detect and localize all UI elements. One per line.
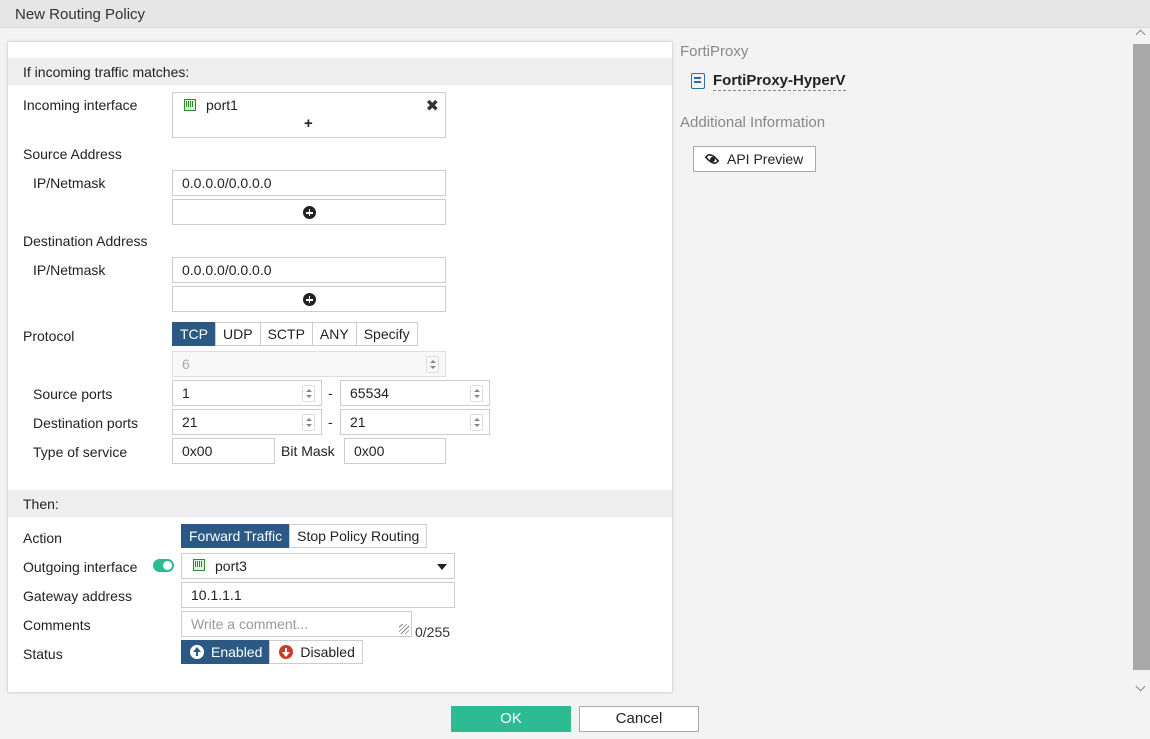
protocol-sctp-button[interactable]: SCTP bbox=[259, 322, 313, 346]
api-preview-button[interactable]: API Preview bbox=[693, 146, 816, 172]
gateway-address-input[interactable]: 10.1.1.1 bbox=[181, 582, 455, 608]
gateway-address-value: 10.1.1.1 bbox=[191, 587, 242, 603]
source-port-to-value: 65534 bbox=[350, 385, 389, 401]
add-destination-address-button[interactable] bbox=[172, 286, 446, 312]
outgoing-interface-toggle[interactable] bbox=[153, 559, 174, 572]
type-of-service-label: Type of service bbox=[33, 444, 128, 460]
comments-textarea[interactable]: Write a comment... bbox=[181, 611, 412, 637]
api-preview-label: API Preview bbox=[727, 151, 804, 167]
destination-port-from-input[interactable]: 21 bbox=[172, 409, 322, 435]
device-name-link[interactable]: FortiProxy-HyperV bbox=[713, 72, 846, 91]
arrow-up-circle-icon bbox=[190, 645, 204, 659]
protocol-udp-button[interactable]: UDP bbox=[215, 322, 261, 346]
incoming-interface-value: port1 bbox=[206, 97, 238, 113]
destination-address-input[interactable]: 0.0.0.0/0.0.0.0 bbox=[172, 257, 446, 283]
protocol-tcp-button[interactable]: TCP bbox=[172, 322, 216, 346]
action-label: Action bbox=[23, 530, 62, 546]
status-label: Status bbox=[23, 646, 63, 662]
scrollbar-thumb[interactable] bbox=[1133, 44, 1150, 670]
plus-circle-icon bbox=[303, 293, 316, 306]
ok-button[interactable]: OK bbox=[451, 706, 571, 732]
plus-circle-icon bbox=[303, 206, 316, 219]
status-disabled-label: Disabled bbox=[300, 644, 355, 660]
remove-interface-icon[interactable]: ✖ bbox=[426, 96, 439, 116]
source-port-range-dash: - bbox=[328, 385, 333, 401]
port-icon bbox=[184, 99, 196, 111]
add-interface-icon[interactable]: + bbox=[304, 115, 313, 132]
destination-ipnetmask-label: IP/Netmask bbox=[33, 262, 106, 278]
match-section-header: If incoming traffic matches: bbox=[8, 58, 672, 85]
type-of-service-input[interactable]: 0x00 bbox=[172, 438, 275, 464]
destination-port-to-input[interactable]: 21 bbox=[340, 409, 490, 435]
source-ports-label: Source ports bbox=[33, 386, 113, 402]
comments-label: Comments bbox=[23, 617, 91, 633]
eye-pupil bbox=[710, 157, 715, 162]
dropdown-arrow-icon bbox=[437, 564, 447, 570]
incoming-interface-field[interactable]: port1 ✖ + bbox=[172, 92, 446, 138]
source-address-value: 0.0.0.0/0.0.0.0 bbox=[182, 175, 272, 191]
match-section-title: If incoming traffic matches: bbox=[23, 64, 190, 80]
incoming-interface-label: Incoming interface bbox=[23, 97, 138, 113]
destination-port-to-stepper[interactable] bbox=[470, 414, 483, 431]
arrow-down-circle-icon bbox=[279, 645, 294, 659]
protocol-number-value: 6 bbox=[182, 356, 190, 372]
destination-port-to-value: 21 bbox=[350, 414, 366, 430]
then-section-title: Then: bbox=[23, 496, 59, 512]
type-of-service-value: 0x00 bbox=[182, 443, 213, 459]
source-port-to-stepper[interactable] bbox=[470, 385, 483, 402]
bit-mask-input[interactable]: 0x00 bbox=[344, 438, 446, 464]
product-heading: FortiProxy bbox=[680, 43, 749, 60]
port-icon bbox=[193, 559, 205, 571]
destination-port-range-dash: - bbox=[328, 414, 333, 430]
scroll-up-icon[interactable] bbox=[1135, 29, 1146, 40]
action-selector: Forward Traffic Stop Policy Routing bbox=[181, 524, 428, 548]
status-enabled-button[interactable]: Enabled bbox=[181, 640, 271, 664]
status-disabled-button[interactable]: Disabled bbox=[269, 640, 363, 664]
outgoing-interface-label: Outgoing interface bbox=[23, 559, 138, 575]
destination-port-from-stepper[interactable] bbox=[302, 414, 315, 431]
destination-ports-label: Destination ports bbox=[33, 415, 139, 431]
destination-port-from-value: 21 bbox=[182, 414, 198, 430]
device-icon bbox=[691, 73, 705, 89]
cancel-button[interactable]: Cancel bbox=[579, 706, 699, 732]
window-titlebar: New Routing Policy bbox=[0, 0, 1150, 28]
protocol-specify-button[interactable]: Specify bbox=[355, 322, 418, 346]
source-port-from-value: 1 bbox=[182, 385, 190, 401]
status-enabled-label: Enabled bbox=[211, 644, 263, 660]
source-port-from-stepper[interactable] bbox=[302, 385, 315, 402]
resize-handle-icon[interactable] bbox=[399, 624, 409, 634]
source-port-from-input[interactable]: 1 bbox=[172, 380, 322, 406]
comments-placeholder: Write a comment... bbox=[191, 616, 309, 632]
stop-policy-routing-button[interactable]: Stop Policy Routing bbox=[289, 524, 428, 548]
scroll-down-icon[interactable] bbox=[1135, 681, 1146, 692]
window-title: New Routing Policy bbox=[15, 6, 146, 23]
destination-address-value: 0.0.0.0/0.0.0.0 bbox=[182, 262, 272, 278]
gateway-address-label: Gateway address bbox=[23, 588, 132, 604]
protocol-selector: TCP UDP SCTP ANY Specify bbox=[172, 322, 418, 346]
toggle-knob bbox=[163, 561, 172, 570]
comments-counter: 0/255 bbox=[415, 624, 451, 640]
vertical-scrollbar[interactable] bbox=[1133, 28, 1150, 700]
protocol-number-input[interactable]: 6 bbox=[172, 351, 446, 377]
status-selector: Enabled Disabled bbox=[181, 640, 363, 664]
outgoing-interface-select[interactable]: port3 bbox=[181, 553, 455, 579]
source-ipnetmask-label: IP/Netmask bbox=[33, 175, 106, 191]
bit-mask-value: 0x00 bbox=[354, 443, 385, 459]
destination-address-label: Destination Address bbox=[23, 233, 148, 249]
source-address-input[interactable]: 0.0.0.0/0.0.0.0 bbox=[172, 170, 446, 196]
add-source-address-button[interactable] bbox=[172, 199, 446, 225]
forward-traffic-button[interactable]: Forward Traffic bbox=[181, 524, 291, 548]
protocol-label: Protocol bbox=[23, 328, 75, 344]
protocol-any-button[interactable]: ANY bbox=[311, 322, 357, 346]
source-port-to-input[interactable]: 65534 bbox=[340, 380, 490, 406]
bit-mask-label: Bit Mask bbox=[281, 443, 335, 459]
outgoing-interface-value: port3 bbox=[215, 558, 247, 574]
routing-policy-form: If incoming traffic matches: Incoming in… bbox=[8, 42, 672, 692]
additional-info-heading: Additional Information bbox=[680, 114, 826, 131]
source-address-label: Source Address bbox=[23, 146, 122, 162]
protocol-number-stepper[interactable] bbox=[426, 356, 439, 373]
then-section-header: Then: bbox=[8, 490, 672, 517]
